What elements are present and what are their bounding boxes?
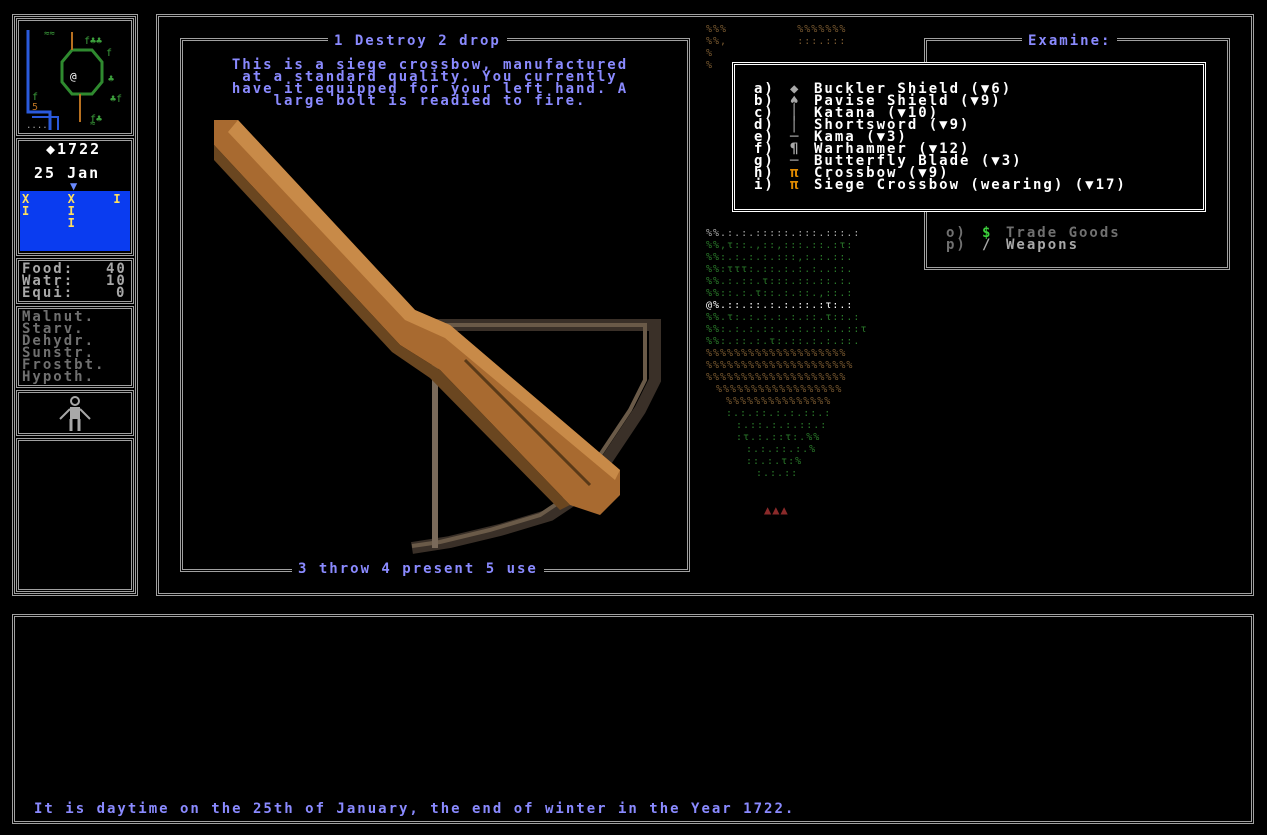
category-key: p) [946,237,967,253]
weapon-icon: / [982,237,993,253]
item-bottom-actions[interactable]: 3 throw 4 present 5 use [292,562,544,576]
svg-text:....: .... [26,121,48,131]
svg-text:♣: ♣ [108,74,114,85]
siege-crossbow-image [214,120,661,554]
crossbow-icon: π [790,177,801,193]
item-key: i) [754,177,775,193]
svg-text:≈≈: ≈≈ [44,29,55,39]
category-label: Weapons [1006,237,1080,253]
item-description: This is a siege crossbow, manufactured a… [190,58,670,109]
message-log-frame [12,614,1254,824]
portrait-frame [16,438,134,592]
body-figure-icon[interactable] [56,395,94,433]
svg-text:@: @ [70,70,77,83]
svg-text:♣f: ♣f [110,94,122,105]
svg-text:5: 5 [32,102,38,113]
svg-text:f♣♣: f♣♣ [84,36,102,47]
message-line: It is daytime on the 25th of January, th… [34,801,796,817]
stat-label: Equi: [22,285,75,301]
inventory-item[interactable]: i) π Siege Crossbow (wearing) (▼17) [754,177,1194,193]
description-line: large bolt is readied to fire. [273,93,587,109]
item-label: Siege Crossbow (wearing) (▼17) [814,177,1127,193]
stat-value: 0 [116,285,127,301]
calendar-row: I [22,216,83,230]
svg-text:f: f [106,48,112,59]
date-label: 25 Jan [34,164,101,182]
condition-item: Hypoth. [22,369,96,385]
svg-text:≈: ≈ [90,119,96,129]
year-label: ◆1722 [46,140,102,158]
minimap[interactable]: @ f 5 f♣♣ f ♣ ♣f f♣ .... ≈≈ ≈ [20,22,130,132]
calendar-grid: X X I I I I [20,191,130,251]
examine-title: Examine: [1022,34,1118,48]
item-top-actions[interactable]: 1 Destroy 2 drop [328,34,507,48]
